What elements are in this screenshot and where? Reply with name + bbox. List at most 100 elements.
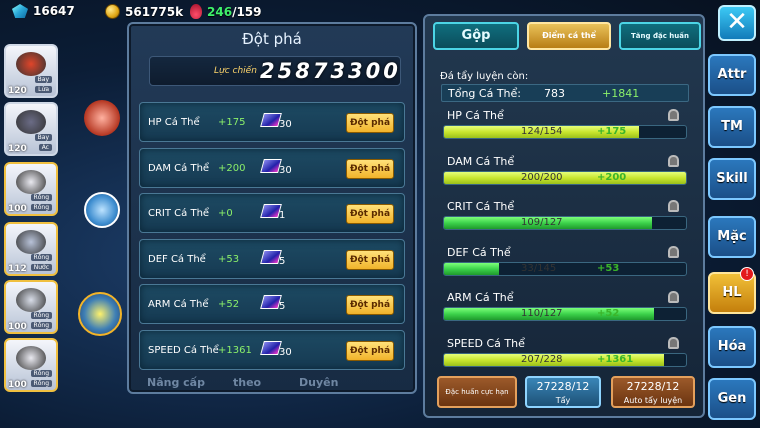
- total-label: Tổng Cá Thể:: [448, 87, 521, 100]
- type-tag: Rồng: [30, 370, 52, 377]
- bond-orb-icon[interactable]: [78, 292, 122, 336]
- type-tag: Rồng: [30, 204, 52, 211]
- stat-name: DAM Cá Thể: [447, 154, 515, 168]
- breakthrough-button[interactable]: Đột phá: [346, 158, 394, 179]
- lock-icon[interactable]: [668, 336, 679, 349]
- stat-name: HP Cá Thể: [447, 109, 504, 122]
- monster-level: 100: [8, 204, 27, 214]
- stat-progress-text: 124/154: [521, 126, 563, 137]
- refine-button[interactable]: 27228/12 Tẩy: [525, 376, 601, 408]
- lock-icon[interactable]: [668, 245, 679, 258]
- refine-label: Tẩy: [555, 396, 571, 405]
- auto-refine-count: 27228/12: [626, 380, 680, 393]
- tab-attr[interactable]: Attr: [708, 54, 756, 96]
- type-tag: Lửa: [35, 86, 52, 93]
- breakthrough-button[interactable]: Đột phá: [346, 295, 394, 315]
- stat-name: DEF Cá Thể: [148, 253, 206, 265]
- combat-power-box: Lực chiến 25873300: [149, 56, 401, 86]
- lock-icon[interactable]: [668, 200, 679, 212]
- breakthrough-button[interactable]: Đột phá: [346, 113, 394, 133]
- stat-bonus: +53: [218, 253, 240, 265]
- stat-progress-bar: [443, 352, 687, 367]
- stat-bonus: +175: [597, 126, 627, 137]
- type-tag: Ác: [38, 144, 52, 151]
- stat-row: ARM Cá Thể 110/127 +52: [441, 291, 689, 337]
- type-tag: Rồng: [30, 254, 52, 261]
- stat-row: HP Cá Thể 124/154 +175: [441, 109, 689, 155]
- stat-name: SPEED Cá Thể: [148, 344, 219, 356]
- combat-power-value: 25873300: [260, 59, 401, 83]
- stat-progress-fill: [444, 171, 686, 184]
- party-slot[interactable]: Bay Ác 120: [4, 102, 58, 156]
- stat-bonus: +200: [597, 171, 627, 183]
- stamina-current: 246: [207, 4, 233, 19]
- stat-name: CRIT Cá Thể: [447, 200, 515, 213]
- stat-progress-text: 110/127: [521, 308, 563, 319]
- party-slot[interactable]: Rồng Rồng 100: [4, 338, 58, 392]
- breakthrough-button[interactable]: Đột phá: [346, 249, 394, 270]
- breakthrough-row: DEF Cá Thể +53 5 Đột phá: [139, 238, 405, 279]
- lock-icon[interactable]: [668, 154, 679, 167]
- stat-bonus: +1361: [218, 344, 252, 356]
- tab-equip[interactable]: Mặc: [708, 216, 756, 258]
- party-slot[interactable]: Bay Lửa 120: [4, 44, 58, 98]
- companion-icon[interactable]: [84, 100, 120, 136]
- stat-bonus: +0: [218, 208, 233, 219]
- breakthrough-row: DAM Cá Thể +200 30 Đột phá: [139, 147, 405, 188]
- breakthrough-button[interactable]: Đột phá: [346, 204, 394, 224]
- stat-bonus: +200: [218, 162, 246, 174]
- stat-name: DEF Cá Thể: [447, 245, 511, 259]
- stat-progress-bar: [443, 216, 687, 230]
- stat-progress-text: 109/127: [521, 217, 563, 228]
- tab-evolve[interactable]: Hóa: [708, 326, 756, 368]
- book-cost: 30: [279, 164, 292, 176]
- monster-level: 120: [8, 144, 27, 154]
- gem-counter: 16647: [12, 4, 75, 18]
- lock-icon[interactable]: [668, 291, 679, 303]
- refine-count: 27228/12: [536, 380, 590, 393]
- breakthrough-row: ARM Cá Thể +52 5 Đột phá: [139, 284, 405, 324]
- stat-progress-bar: [443, 170, 687, 185]
- type-tag: Rồng: [30, 194, 52, 201]
- breakthrough-row: HP Cá Thể +175 30 Đột phá: [139, 102, 405, 142]
- stat-progress-text: 200/200: [521, 171, 563, 183]
- stat-name: HP Cá Thể: [148, 117, 200, 128]
- party-slot[interactable]: Rồng Rồng 100: [4, 280, 58, 334]
- type-tag: Bay: [34, 134, 52, 141]
- stat-name: DAM Cá Thể: [148, 162, 210, 174]
- gold-counter: 561775k: [105, 4, 183, 19]
- book-cost: 5: [279, 255, 286, 267]
- bag-icon[interactable]: [84, 192, 120, 228]
- monster-level: 120: [8, 86, 27, 96]
- monster-portrait: [16, 230, 46, 254]
- auto-refine-button[interactable]: 27228/12 Auto tẩy luyện: [611, 376, 695, 408]
- tab-individual-points[interactable]: Điểm cá thể: [527, 22, 611, 50]
- tab-skill[interactable]: Skill: [708, 158, 756, 200]
- stat-bonus: +52: [597, 308, 620, 319]
- book-cost: 5: [279, 301, 286, 312]
- game-screen: { "top": {"gems":"16647","gold":"561775k…: [0, 0, 760, 428]
- extreme-training-label: Đặc huấn cực hạn: [445, 388, 509, 396]
- book-cost: 30: [279, 119, 292, 130]
- stat-progress-bar: [443, 125, 687, 139]
- breakthrough-row: CRIT Cá Thể +0 1 Đột phá: [139, 193, 405, 233]
- breakthrough-button[interactable]: Đột phá: [346, 340, 394, 361]
- breakthrough-panel: Đột phá Lực chiến 25873300 HP Cá Thể +17…: [127, 22, 417, 394]
- monster-level: 100: [8, 380, 27, 390]
- tab-merge[interactable]: Gộp: [433, 22, 519, 50]
- bottom-label-bond: Duyên: [299, 376, 339, 389]
- tab-tm[interactable]: TM: [708, 106, 756, 148]
- stat-progress-text: 33/145: [521, 262, 557, 274]
- party-slot[interactable]: Rồng Rồng 100: [4, 162, 58, 216]
- type-tag: Rồng: [30, 312, 52, 319]
- panel-title: Đột phá: [242, 30, 302, 48]
- stat-name: CRIT Cá Thể: [148, 208, 210, 219]
- potion-icon: [190, 4, 202, 19]
- party-slot[interactable]: Rồng Nước 112: [4, 222, 58, 276]
- close-button[interactable]: ✕: [718, 5, 756, 41]
- book-cost: 30: [279, 346, 292, 358]
- extreme-training-button[interactable]: Đặc huấn cực hạn: [437, 376, 517, 408]
- tab-special-training[interactable]: Tăng đặc huấn: [619, 22, 701, 50]
- tab-gen[interactable]: Gen: [708, 378, 756, 420]
- lock-icon[interactable]: [668, 109, 679, 121]
